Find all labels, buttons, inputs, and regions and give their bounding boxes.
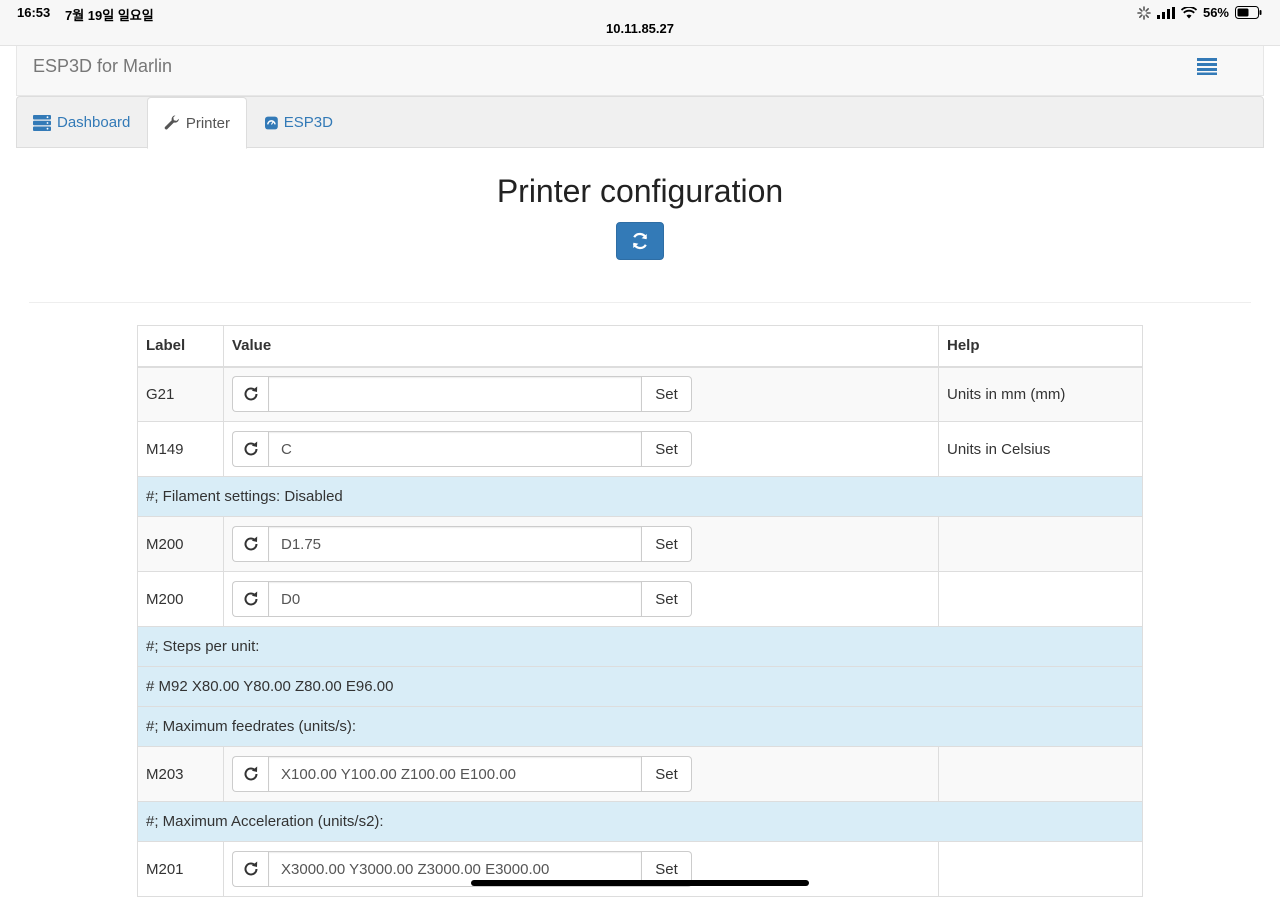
home-indicator — [471, 880, 809, 886]
setting-value-cell: Set — [223, 516, 939, 572]
tab-esp3d-label: ESP3D — [283, 114, 333, 131]
set-button[interactable]: Set — [642, 526, 692, 562]
table-row: M200 Set — [137, 516, 1143, 572]
setting-label: M201 — [137, 841, 224, 897]
refresh-icon — [244, 861, 257, 876]
brand-title[interactable]: ESP3D for Marlin — [33, 56, 172, 77]
cellular-signal-icon — [1156, 6, 1175, 19]
status-bar: 16:53 7월 19일 일요일 10.11.85.27 56% — [0, 0, 1280, 46]
battery-icon — [1235, 6, 1262, 19]
setting-help: Units in Celsius — [938, 421, 1143, 477]
setting-value-input[interactable] — [268, 526, 642, 562]
setting-value-input[interactable] — [268, 756, 642, 792]
table-row: M203 Set — [137, 746, 1143, 802]
table-row: M200 Set — [137, 571, 1143, 627]
refresh-setting-button[interactable] — [232, 581, 268, 617]
refresh-icon — [244, 536, 257, 551]
setting-input-group: Set — [232, 376, 692, 413]
setting-help: Units in mm (mm) — [938, 366, 1143, 422]
navbar: ESP3D for Marlin — [16, 46, 1264, 96]
refresh-setting-button[interactable] — [232, 756, 268, 792]
setting-help — [938, 841, 1143, 897]
setting-help — [938, 571, 1143, 627]
tab-printer-label: Printer — [185, 114, 230, 132]
section-text: #; Steps per unit: — [137, 626, 1143, 667]
setting-input-group: Set — [232, 756, 692, 792]
setting-help — [938, 746, 1143, 802]
tab-bar: Dashboard Printer ESP3D — [16, 96, 1264, 149]
tab-dashboard-label: Dashboard — [57, 114, 131, 131]
divider — [29, 302, 1251, 303]
esp3d-icon — [265, 116, 278, 129]
refresh-setting-button[interactable] — [232, 376, 268, 413]
setting-value-cell: Set — [223, 841, 939, 897]
setting-value-input[interactable] — [268, 431, 642, 467]
setting-input-group: Set — [232, 581, 692, 617]
section-row: #; Maximum feedrates (units/s): — [137, 706, 1143, 747]
server-icon — [33, 114, 51, 131]
refresh-icon — [244, 386, 257, 401]
header-label: Label — [137, 325, 224, 368]
loading-icon — [1137, 5, 1151, 20]
set-button[interactable]: Set — [642, 431, 692, 467]
setting-value-input[interactable] — [268, 581, 642, 617]
setting-value-cell: Set — [223, 366, 939, 422]
section-row: #; Maximum Acceleration (units/s2): — [137, 801, 1143, 842]
refresh-icon — [244, 441, 257, 456]
setting-input-group: Set — [232, 431, 692, 467]
section-text: #; Filament settings: Disabled — [137, 476, 1143, 517]
setting-value-cell: Set — [223, 746, 939, 802]
section-row: #; Steps per unit: — [137, 626, 1143, 667]
table-row: G21 Set Units in mm (mm) — [137, 366, 1143, 422]
table-row: M201Set — [137, 841, 1143, 897]
table-header: Label Value Help — [137, 325, 1143, 368]
setting-label: M200 — [137, 571, 224, 627]
setting-value-input[interactable] — [268, 376, 642, 413]
header-value: Value — [223, 325, 939, 368]
refresh-setting-button[interactable] — [232, 431, 268, 467]
tab-esp3d[interactable]: ESP3D — [249, 97, 349, 148]
page-title: Printer configuration — [496, 173, 784, 209]
status-indicators: 56% — [1137, 5, 1262, 20]
section-row: # M92 X80.00 Y80.00 Z80.00 E96.00 — [137, 666, 1143, 707]
refresh-icon — [632, 232, 648, 250]
table-row: M149 Set Units in Celsius — [137, 421, 1143, 477]
refresh-setting-button[interactable] — [232, 526, 268, 562]
setting-value-cell: Set — [223, 571, 939, 627]
setting-input-group: Set — [232, 526, 692, 562]
hamburger-menu-icon[interactable] — [1197, 57, 1217, 75]
refresh-setting-button[interactable] — [232, 851, 268, 887]
set-button[interactable]: Set — [642, 756, 692, 792]
setting-value-cell: Set — [223, 421, 939, 477]
wrench-icon — [164, 115, 179, 130]
section-text: # M92 X80.00 Y80.00 Z80.00 E96.00 — [137, 666, 1143, 707]
setting-label: M149 — [137, 421, 224, 477]
battery-percent: 56% — [1202, 5, 1229, 20]
header-help: Help — [938, 325, 1143, 368]
wifi-icon — [1180, 6, 1197, 18]
setting-help — [938, 516, 1143, 572]
set-button[interactable]: Set — [642, 376, 692, 413]
config-table: Label Value Help G21 Set Units in mm (mm) M… — [137, 325, 1143, 897]
section-text: #; Maximum Acceleration (units/s2): — [137, 801, 1143, 842]
refresh-icon — [244, 591, 257, 606]
set-button[interactable]: Set — [642, 581, 692, 617]
tab-printer[interactable]: Printer — [147, 97, 247, 149]
section-text: #; Maximum feedrates (units/s): — [137, 706, 1143, 747]
address-url[interactable]: 10.11.85.27 — [0, 21, 1280, 36]
tab-dashboard[interactable]: Dashboard — [17, 97, 147, 148]
section-row: #; Filament settings: Disabled — [137, 476, 1143, 517]
refresh-config-button[interactable] — [616, 222, 664, 260]
setting-label: G21 — [137, 366, 224, 422]
setting-label: M203 — [137, 746, 224, 802]
setting-label: M200 — [137, 516, 224, 572]
status-time: 16:53 — [17, 5, 51, 20]
refresh-icon — [244, 766, 257, 781]
